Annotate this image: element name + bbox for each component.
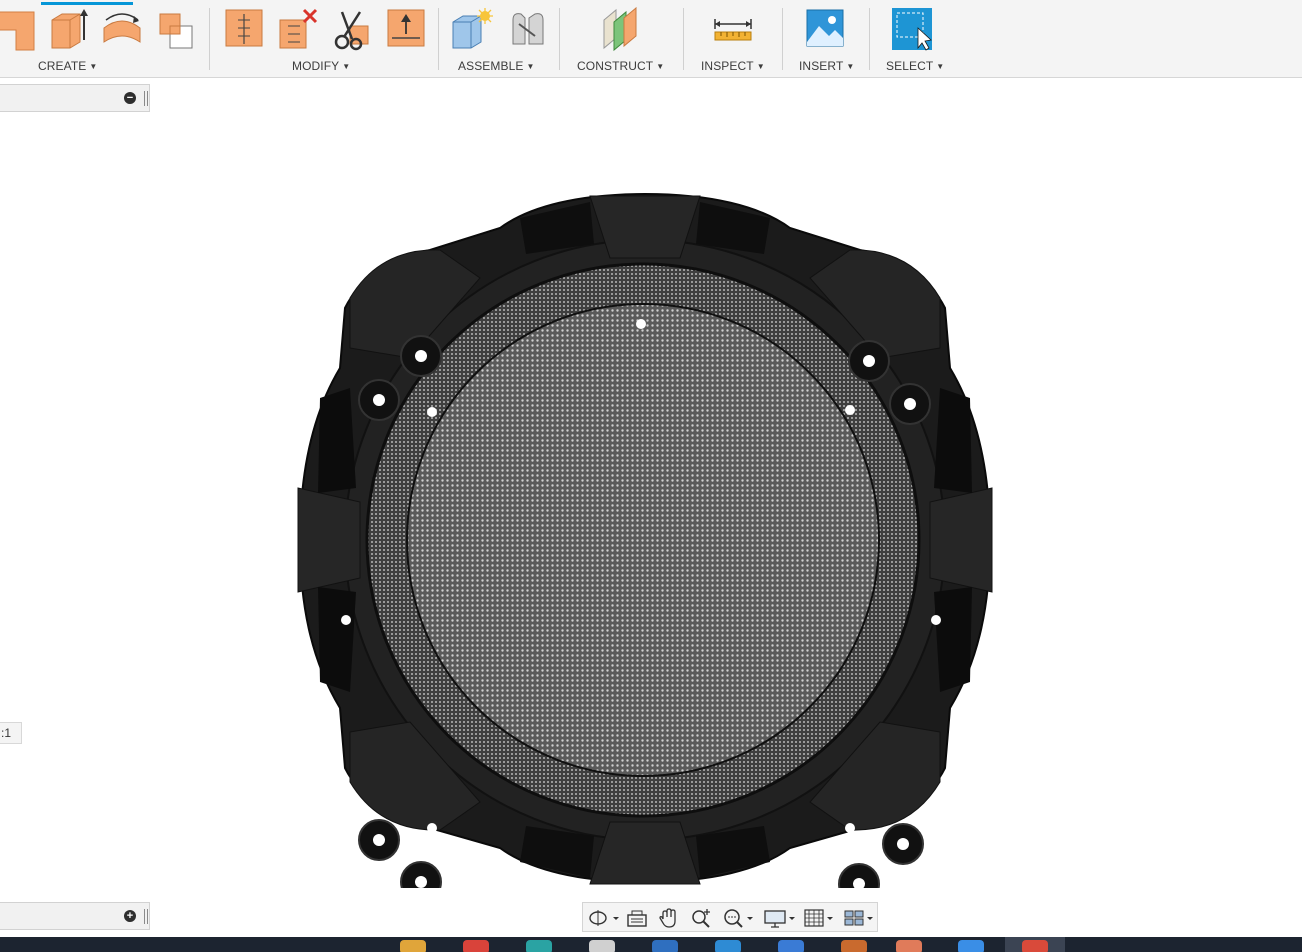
look-at-icon[interactable] [625, 907, 649, 929]
assemble-menu[interactable]: ASSEMBLE ▼ [458, 59, 535, 73]
app-icon[interactable] [958, 940, 984, 952]
select-window-icon[interactable] [890, 6, 934, 52]
chevron-down-icon: ▼ [656, 62, 665, 71]
insert-image-icon[interactable] [803, 6, 847, 52]
construct-menu[interactable]: CONSTRUCT ▼ [577, 59, 664, 73]
grid-icon[interactable] [803, 907, 837, 929]
fusion-task-icon[interactable] [1022, 940, 1048, 952]
group-divider [209, 8, 210, 70]
fit-icon[interactable] [721, 907, 755, 929]
app-icon[interactable] [778, 940, 804, 952]
create-label: CREATE [38, 59, 87, 73]
delete-icon[interactable] [276, 6, 320, 52]
fusion-app: CREATE ▼ MODIFY ▼ ASSEMBLE ▼ CONSTRUCT ▼… [0, 0, 1302, 952]
chevron-down-icon: ▼ [936, 62, 945, 71]
offset-face-icon[interactable] [384, 6, 428, 52]
modify-menu[interactable]: MODIFY ▼ [292, 59, 350, 73]
group-divider [869, 8, 870, 70]
group-divider [559, 8, 560, 70]
viewports-icon[interactable] [843, 907, 877, 929]
select-group: SELECT ▼ [872, 0, 962, 77]
toolbar: CREATE ▼ MODIFY ▼ ASSEMBLE ▼ CONSTRUCT ▼… [0, 0, 1302, 78]
inspect-label: INSPECT [701, 59, 754, 73]
combine-icon[interactable] [154, 6, 198, 52]
insert-menu[interactable]: INSERT ▼ [799, 59, 854, 73]
file-explorer-icon[interactable] [400, 940, 426, 952]
split-body-icon[interactable] [330, 6, 374, 52]
chevron-down-icon: ▼ [89, 62, 98, 71]
modify-label: MODIFY [292, 59, 340, 73]
extrude-icon[interactable] [46, 6, 90, 52]
chevron-down-icon: ▼ [756, 62, 765, 71]
joint-icon[interactable] [505, 6, 549, 52]
display-settings-icon[interactable] [763, 907, 797, 929]
app-icon[interactable] [896, 940, 922, 952]
construct-label: CONSTRUCT [577, 59, 654, 73]
insert-group: INSERT ▼ [785, 0, 867, 77]
modify-group: MODIFY ▼ [212, 0, 437, 77]
app-icon[interactable] [841, 940, 867, 952]
select-menu[interactable]: SELECT ▼ [886, 59, 944, 73]
create-menu[interactable]: CREATE ▼ [38, 59, 97, 73]
chevron-down-icon: ▼ [526, 62, 535, 71]
pan-icon[interactable] [657, 907, 681, 929]
new-component-icon[interactable] [449, 6, 493, 52]
select-label: SELECT [886, 59, 934, 73]
construct-group: CONSTRUCT ▼ [562, 0, 680, 77]
insert-label: INSERT [799, 59, 844, 73]
offset-plane-icon[interactable] [598, 6, 642, 52]
inspect-group: INSPECT ▼ [686, 0, 780, 77]
orbit-icon[interactable] [587, 907, 621, 929]
app-icon[interactable] [589, 940, 615, 952]
app-icon[interactable] [652, 940, 678, 952]
group-divider [683, 8, 684, 70]
measure-icon[interactable] [711, 6, 755, 52]
chevron-down-icon: ▼ [342, 62, 351, 71]
speaker-grille-model[interactable] [290, 188, 1000, 919]
group-divider [438, 8, 439, 70]
create-group: CREATE ▼ [0, 0, 205, 77]
app-icon[interactable] [715, 940, 741, 952]
navigation-bar [582, 902, 878, 932]
browser-icon[interactable] [463, 940, 489, 952]
assemble-label: ASSEMBLE [458, 59, 524, 73]
assemble-group: ASSEMBLE ▼ [441, 0, 557, 77]
zoom-icon[interactable] [689, 907, 713, 929]
os-taskbar [0, 937, 1302, 952]
app-icon[interactable] [526, 940, 552, 952]
revolve-icon[interactable] [100, 6, 144, 52]
sketch-icon[interactable] [0, 6, 38, 52]
inspect-menu[interactable]: INSPECT ▼ [701, 59, 765, 73]
press-pull-icon[interactable] [222, 6, 266, 52]
group-divider [782, 8, 783, 70]
chevron-down-icon: ▼ [846, 62, 855, 71]
3d-viewport[interactable] [0, 78, 1302, 938]
